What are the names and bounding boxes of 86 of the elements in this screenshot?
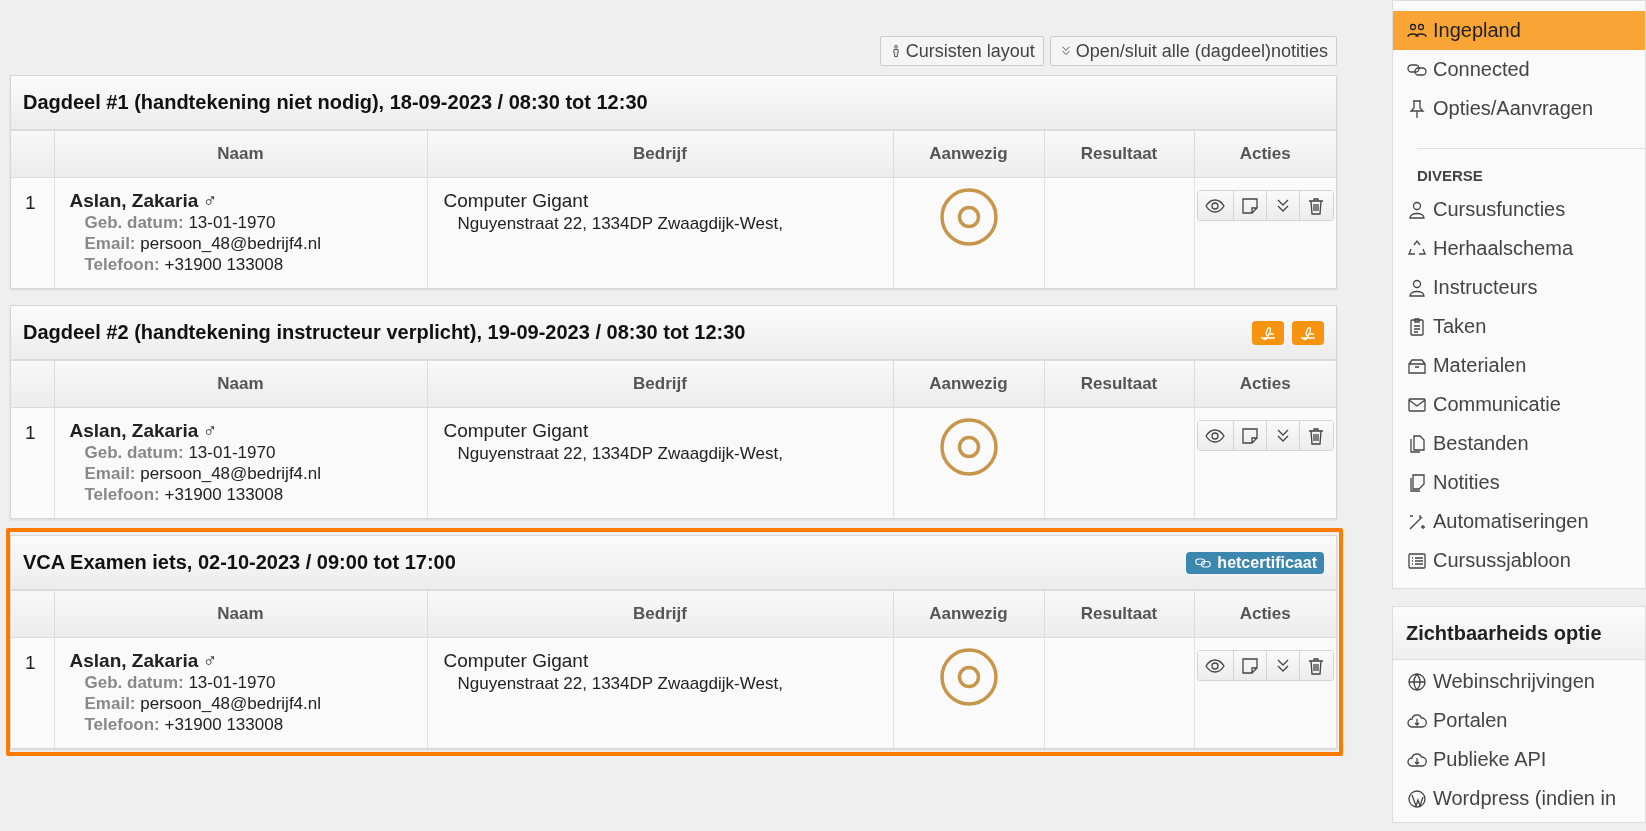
participant-detail: Email: persoon_48@bedrijf4.nl bbox=[83, 463, 323, 484]
double-chevron-button[interactable] bbox=[1266, 651, 1300, 680]
row-number: 1 bbox=[24, 421, 36, 444]
gender-symbol: ♂ bbox=[202, 650, 218, 671]
trash-button[interactable] bbox=[1299, 191, 1333, 220]
column-header: Naam bbox=[54, 361, 427, 408]
participant-detail: Geb. datum: 13-01-1970 bbox=[83, 672, 277, 693]
globe-icon bbox=[1406, 671, 1427, 692]
visibility-option[interactable]: Webinschrijvingen bbox=[1392, 662, 1645, 701]
double-chevron-button[interactable] bbox=[1266, 191, 1300, 220]
sidebar-item[interactable]: Taken bbox=[1392, 307, 1645, 346]
sidebar-item[interactable]: Communicatie bbox=[1392, 385, 1645, 424]
participant-detail: Telefoon: +31900 133008 bbox=[83, 484, 285, 505]
sidebar-item[interactable]: Materialen bbox=[1392, 346, 1645, 385]
column-header: Resultaat bbox=[1044, 361, 1194, 408]
company-name: Computer Gigant bbox=[442, 419, 590, 442]
visibility-option[interactable]: Portalen bbox=[1392, 701, 1645, 740]
session-title: Dagdeel #2 (handtekening instructeur verplicht), 19-09-2023 / 08:30 tot 12:30 bbox=[23, 321, 746, 344]
session-title: VCA Examen iets, 02-10-2023 / 09:00 tot 17:00 bbox=[23, 551, 456, 574]
wordpress-icon bbox=[1406, 788, 1427, 809]
sidebar-item[interactable]: Herhaalschema bbox=[1392, 229, 1645, 268]
column-header: Aanwezig bbox=[893, 361, 1044, 408]
note-button[interactable] bbox=[1233, 421, 1267, 450]
note-button[interactable] bbox=[1233, 651, 1267, 680]
eye-button[interactable] bbox=[1197, 421, 1234, 450]
participant-name: Aslan, Zakaria bbox=[69, 650, 199, 671]
column-header: Naam bbox=[54, 591, 427, 638]
row-number: 1 bbox=[24, 191, 36, 214]
visibility-option[interactable]: Publieke API bbox=[1392, 740, 1645, 779]
list-icon bbox=[1406, 550, 1427, 571]
sidebar-item[interactable]: Connected bbox=[1392, 50, 1645, 89]
company-name: Computer Gigant bbox=[442, 189, 590, 212]
sidebar-item[interactable]: Cursussjabloon bbox=[1392, 541, 1645, 580]
note-icon bbox=[1239, 195, 1260, 216]
row-number: 1 bbox=[24, 651, 36, 674]
visibility-option[interactable]: Wordpress (indien in bbox=[1392, 779, 1645, 818]
sidebar-item[interactable]: Instructeurs bbox=[1392, 268, 1645, 307]
sidebar-item[interactable]: Ingepland bbox=[1392, 11, 1645, 50]
gender-symbol: ♂ bbox=[202, 190, 218, 211]
column-header: Resultaat bbox=[1044, 591, 1194, 638]
sidebar-item[interactable]: Opties/Aanvragen bbox=[1392, 89, 1645, 128]
session-title: Dagdeel #1 (handtekening niet nodig), 18-09-2023 / 08:30 tot 12:30 bbox=[23, 91, 648, 114]
participant-name: Aslan, Zakaria bbox=[69, 190, 199, 211]
column-header: Bedrijf bbox=[427, 591, 893, 638]
attendance-ring-icon[interactable] bbox=[938, 647, 999, 707]
person-icon bbox=[1406, 277, 1427, 298]
column-header: Acties bbox=[1194, 131, 1336, 178]
trash-button[interactable] bbox=[1299, 421, 1333, 450]
column-header: Aanwezig bbox=[893, 131, 1044, 178]
toolbar-button[interactable]: Open/sluit alle (dagdeel)notities bbox=[1049, 36, 1337, 66]
sidebar-item[interactable]: Bestanden bbox=[1392, 424, 1645, 463]
participant-detail: Geb. datum: 13-01-1970 bbox=[83, 442, 277, 463]
column-header: Naam bbox=[54, 131, 427, 178]
eye-button[interactable] bbox=[1197, 651, 1234, 680]
eye-button[interactable] bbox=[1197, 191, 1234, 220]
sidebar-item[interactable]: Cursusfuncties bbox=[1392, 190, 1645, 229]
column-header: Aanwezig bbox=[893, 591, 1044, 638]
gender-symbol: ♂ bbox=[202, 420, 218, 441]
trash-button[interactable] bbox=[1299, 651, 1333, 680]
column-header: Resultaat bbox=[1044, 131, 1194, 178]
note-icon bbox=[1239, 425, 1260, 446]
company-name: Computer Gigant bbox=[442, 649, 590, 672]
link-badge[interactable]: hetcertificaat bbox=[1186, 551, 1324, 574]
sidebar-item[interactable]: Notities bbox=[1392, 463, 1645, 502]
participant-detail: Geb. datum: 13-01-1970 bbox=[83, 212, 277, 233]
column-header: Acties bbox=[1194, 361, 1336, 408]
column-header: Acties bbox=[1194, 591, 1336, 638]
company-address: Nguyenstraat 22, 1334DP Zwaagdijk-West, bbox=[456, 443, 784, 464]
attendance-ring-icon[interactable] bbox=[938, 417, 999, 477]
participant-detail: Telefoon: +31900 133008 bbox=[83, 254, 285, 275]
double-chevron-button[interactable] bbox=[1266, 421, 1300, 450]
column-header: Bedrijf bbox=[427, 361, 893, 408]
toolbar-button[interactable]: Cursisten layout bbox=[879, 36, 1044, 66]
sidebar-heading: DIVERSE bbox=[1415, 167, 1484, 186]
person-icon bbox=[1406, 199, 1427, 220]
column-header: Bedrijf bbox=[427, 131, 893, 178]
participant-detail: Email: persoon_48@bedrijf4.nl bbox=[83, 233, 323, 254]
company-address: Nguyenstraat 22, 1334DP Zwaagdijk-West, bbox=[456, 213, 784, 234]
note-icon bbox=[1239, 655, 1260, 676]
attendance-ring-icon[interactable] bbox=[938, 187, 999, 247]
sidebar-item[interactable]: Automatiseringen bbox=[1392, 502, 1645, 541]
participant-detail: Telefoon: +31900 133008 bbox=[83, 714, 285, 735]
note-button[interactable] bbox=[1233, 191, 1267, 220]
participant-name: Aslan, Zakaria bbox=[69, 420, 199, 441]
participant-detail: Email: persoon_48@bedrijf4.nl bbox=[83, 693, 323, 714]
company-address: Nguyenstraat 22, 1334DP Zwaagdijk-West, bbox=[456, 673, 784, 694]
